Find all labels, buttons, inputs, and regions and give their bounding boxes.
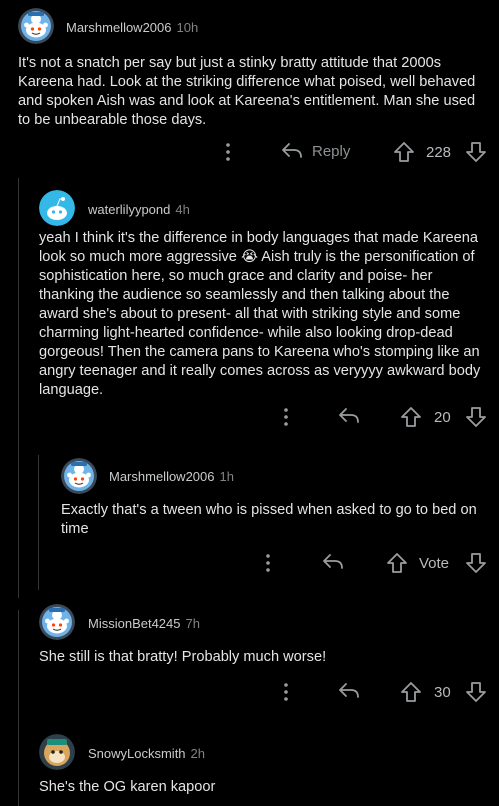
snoo-avatar-icon[interactable] [18,8,54,44]
more-options-button[interactable] [265,553,271,573]
downvote-icon [465,406,487,428]
vote-count: 228 [426,144,452,161]
comment-actions: 30 [0,678,499,708]
comment-body: She still is that bratty! Probably much … [39,649,327,665]
username[interactable]: Marshmellow2006 [109,469,215,484]
downvote-icon [465,141,487,163]
reply-icon [337,406,361,426]
downvote-button[interactable] [465,141,487,163]
username[interactable]: waterlilyypond [88,202,170,217]
timestamp: 2h [190,746,206,761]
more-options-button[interactable] [283,682,289,702]
reply-button[interactable]: Reply [280,141,350,161]
comment-body: She's the OG karen kapoor [39,779,216,795]
more-options-button[interactable] [225,142,231,162]
downvote-button[interactable] [465,681,487,703]
vote-label: Vote [419,555,450,572]
reply-button[interactable] [321,552,345,572]
upvote-button[interactable] [386,552,408,574]
upvote-button[interactable] [400,681,422,703]
timestamp: 4h [175,202,190,217]
comment-actions: Vote [0,549,499,579]
upvote-button[interactable] [393,141,415,163]
reply-button[interactable] [337,681,361,701]
comment-body: yeah I think it's the difference in body… [39,230,481,398]
more-options-button[interactable] [283,407,289,427]
downvote-button[interactable] [465,552,487,574]
timestamp: 10h [176,20,199,35]
snoo-avatar-icon[interactable] [39,604,75,640]
default-blue-avatar-icon[interactable] [39,190,75,226]
comment-body: Exactly that's a tween who is pissed whe… [61,502,477,537]
downvote-icon [465,552,487,574]
username[interactable]: SnowyLocksmith [88,746,186,761]
reply-icon [337,681,361,701]
vote-count: 20 [434,409,451,426]
reply-icon [321,552,345,572]
downvote-button[interactable] [465,406,487,428]
upvote-icon [393,141,415,163]
upvote-icon [400,406,422,428]
username[interactable]: MissionBet4245 [88,616,181,631]
upvote-icon [386,552,408,574]
comment-body: It's not a snatch per say but just a sti… [18,55,476,128]
thread-line-level1 [18,178,19,598]
comment-author[interactable]: Marshmellow2006 1h [109,469,234,484]
timestamp: 1h [219,469,234,484]
hamster-avatar-icon[interactable] [39,734,75,770]
reply-icon [280,141,304,161]
reply-label: Reply [312,142,351,160]
comment-actions: Reply 228 [0,138,499,168]
upvote-icon [400,681,422,703]
snoo-avatar-icon[interactable] [61,458,97,494]
comment-author[interactable]: SnowyLocksmith 2h [88,746,205,761]
upvote-button[interactable] [400,406,422,428]
thread-line-level1b [18,610,19,806]
timestamp: 7h [185,616,200,631]
reply-button[interactable] [337,406,361,426]
comment-author[interactable]: waterlilyypond 4h [88,202,190,217]
comment-author[interactable]: MissionBet4245 7h [88,616,200,631]
comment-actions: 20 [0,403,499,433]
vote-count: 30 [434,684,451,701]
comment-author[interactable]: Marshmellow2006 10h [66,20,198,35]
downvote-icon [465,681,487,703]
username[interactable]: Marshmellow2006 [66,20,172,35]
